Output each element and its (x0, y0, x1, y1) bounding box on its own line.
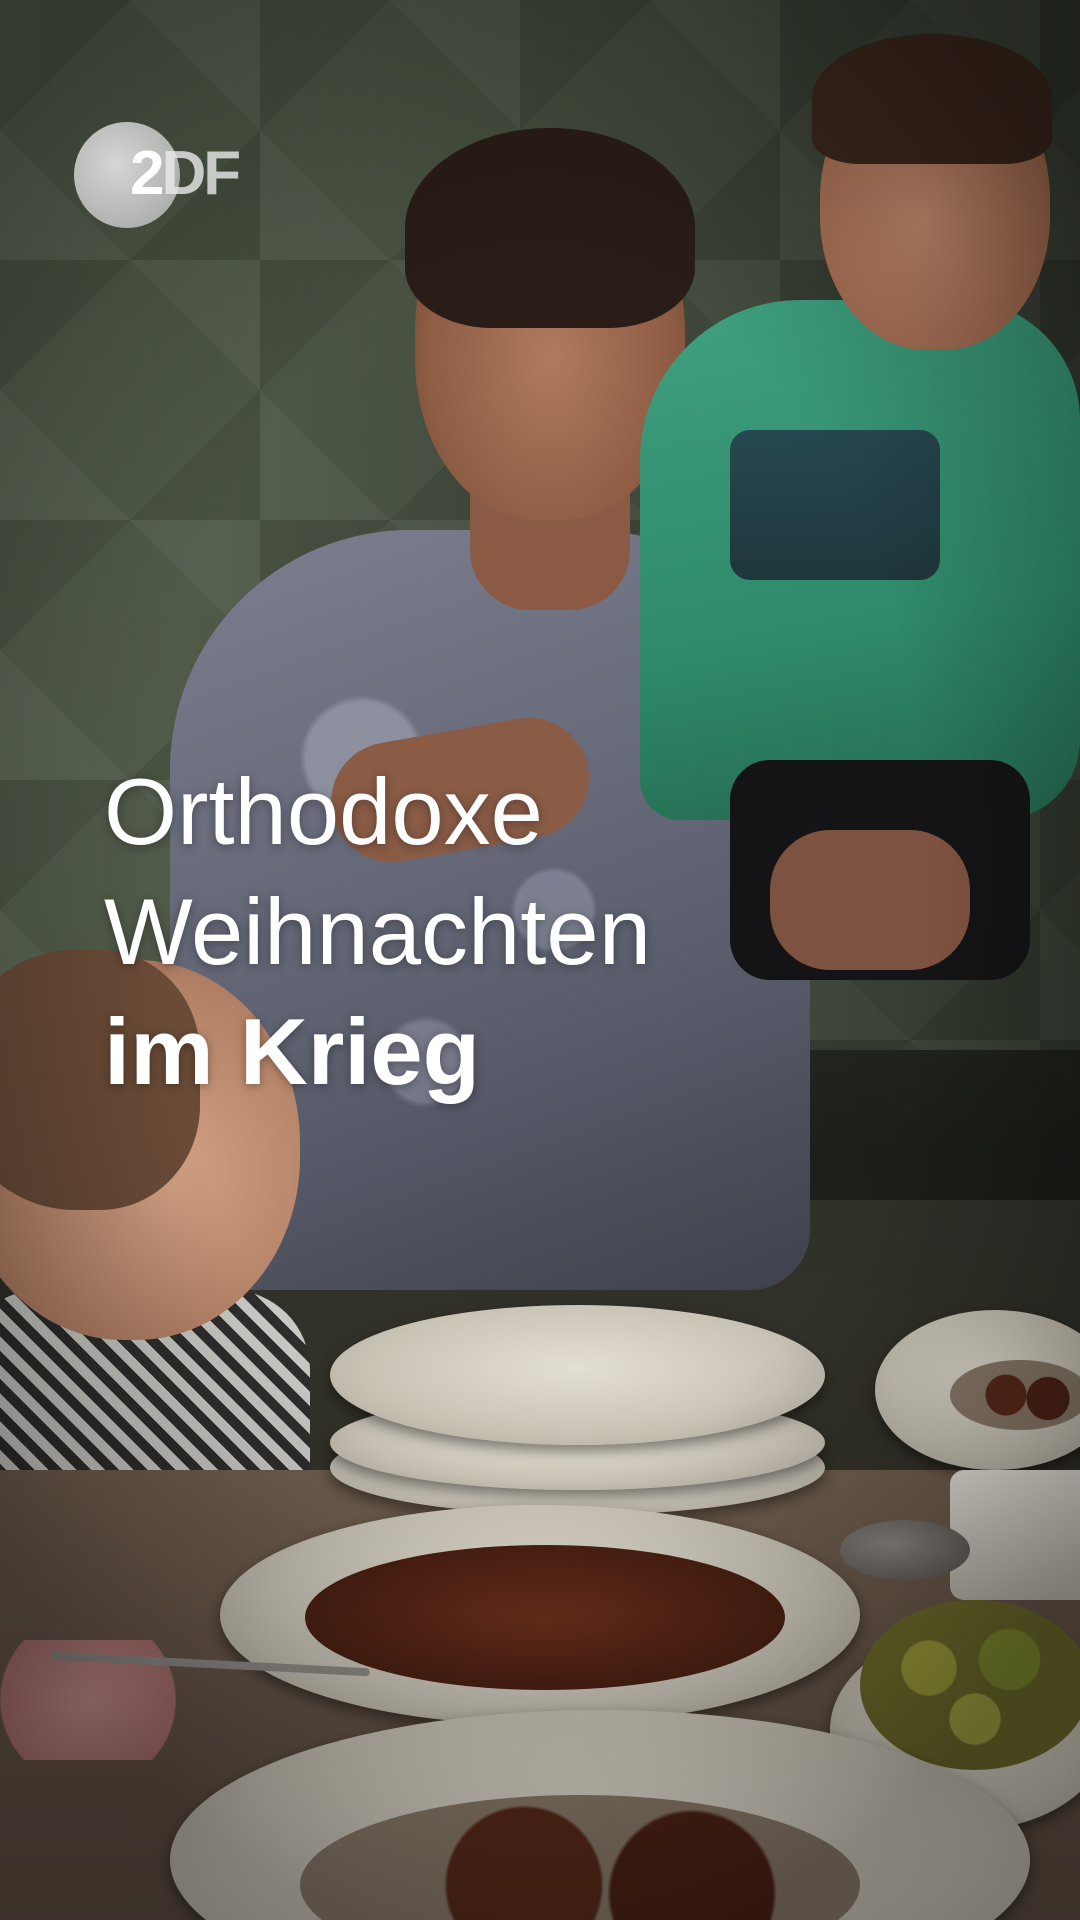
zdf-logo: 2DF (74, 122, 264, 232)
zdf-logo-text: 2DF (130, 139, 241, 208)
headline: Orthodoxe Weihnachten im Krieg (104, 752, 1004, 1112)
headline-line-1: Orthodoxe (104, 759, 543, 864)
video-frame: 2DF Orthodoxe Weihnachten im Krieg (0, 0, 1080, 1920)
headline-line-2: Weihnachten (104, 879, 651, 984)
headline-line-3: im Krieg (104, 999, 481, 1104)
